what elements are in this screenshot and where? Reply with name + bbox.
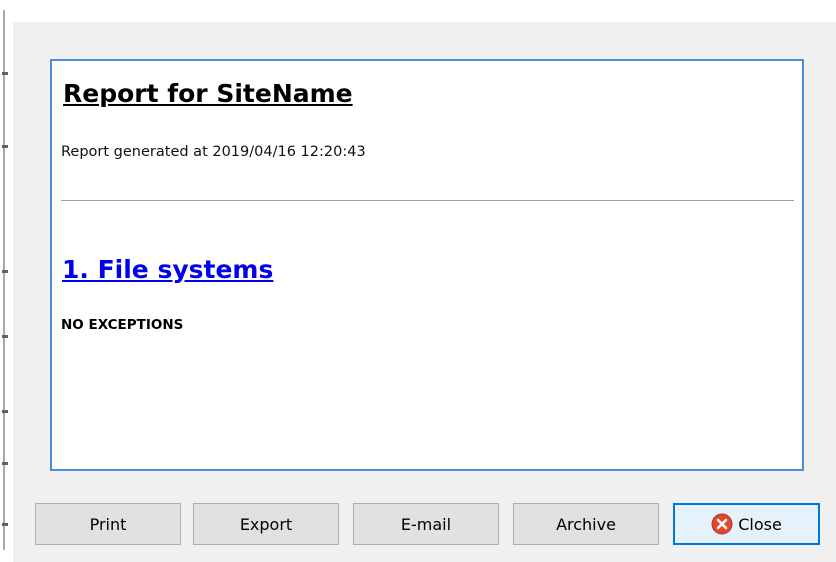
print-button-label: Print — [89, 514, 127, 534]
report-generated-timestamp: Report generated at 2019/04/16 12:20:43 — [61, 144, 366, 160]
edge-line — [3, 10, 5, 550]
section-status: NO EXCEPTIONS — [61, 317, 184, 333]
archive-button[interactable]: Archive — [513, 503, 659, 545]
archive-button-label: Archive — [556, 514, 616, 534]
close-button-label: Close — [738, 514, 782, 534]
edge-tick — [2, 410, 8, 413]
email-button-label: E-mail — [400, 514, 452, 534]
edge-tick — [2, 523, 8, 526]
edge-tick — [2, 462, 8, 465]
edge-tick — [2, 145, 8, 148]
edge-tick — [2, 270, 8, 273]
report-view-panel[interactable]: Report for SiteName Report generated at … — [50, 59, 804, 471]
print-button[interactable]: Print — [35, 503, 181, 545]
email-button[interactable]: E-mail — [353, 503, 499, 545]
horizontal-divider — [61, 200, 794, 201]
section-link-file-systems[interactable]: 1. File systems — [62, 255, 273, 284]
report-title: Report for SiteName — [63, 79, 353, 108]
edge-tick — [2, 72, 8, 75]
close-button[interactable]: Close — [673, 503, 820, 545]
export-button[interactable]: Export — [193, 503, 339, 545]
export-button-label: Export — [239, 514, 293, 534]
background-window-edge — [0, 0, 11, 562]
report-dialog: Report for SiteName Report generated at … — [13, 22, 836, 562]
close-circle-icon — [711, 513, 733, 535]
edge-tick — [2, 335, 8, 338]
